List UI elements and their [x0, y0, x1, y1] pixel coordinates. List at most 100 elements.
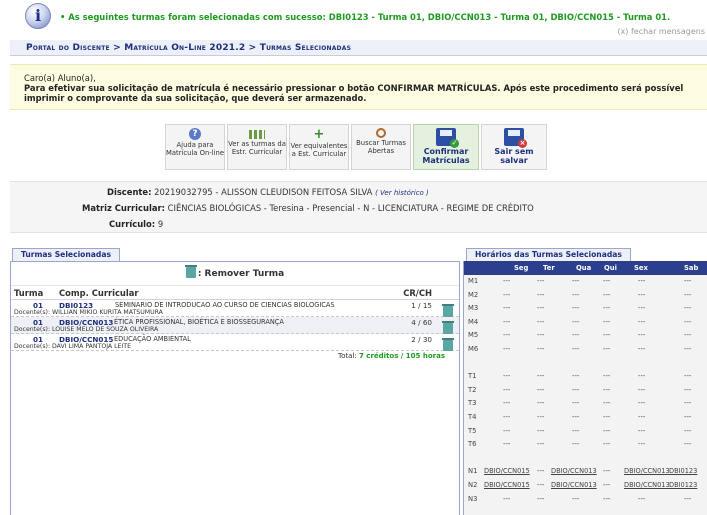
schedule-slot-label: M4: [468, 317, 479, 326]
schedule-empty-cell: ---: [537, 385, 545, 394]
schedule-empty-cell: ---: [572, 331, 580, 340]
schedule-empty-cell: ---: [572, 412, 580, 421]
schedule-slot-label: N2: [468, 480, 478, 489]
remove-class-icon[interactable]: [442, 338, 454, 351]
schedule-row: T5 --- --- --- --- --- ---: [464, 425, 707, 439]
confirm-enrollment-label: Confirmar Matrículas: [422, 147, 470, 165]
schedule-empty-cell: ---: [603, 304, 611, 313]
schedule-empty-cell: ---: [537, 494, 545, 503]
schedule-row: T1 --- --- --- --- --- ---: [464, 370, 707, 384]
schedule-empty-cell: ---: [572, 277, 580, 285]
schedule-empty-cell: ---: [503, 331, 511, 340]
schedule-empty-cell: ---: [537, 467, 545, 476]
schedule-empty-cell: ---: [603, 467, 611, 476]
tab-selected-classes[interactable]: Turmas Selecionadas: [12, 248, 121, 261]
schedule-row: T3 --- --- --- --- --- ---: [464, 397, 707, 411]
schedule-body: M1 --- --- --- --- --- --- M2 --- --- --- --- --- ---…: [464, 275, 707, 506]
schedule-row: T4 --- --- --- --- --- ---: [464, 411, 707, 425]
schedule-empty-cell: ---: [503, 344, 511, 353]
schedule-slot-label: T4: [468, 412, 477, 421]
total-credits: Total: 7 créditos / 105 horas: [338, 352, 445, 360]
schedule-empty-cell: ---: [603, 385, 611, 394]
tab-schedule[interactable]: Horários das Turmas Selecionadas: [466, 248, 631, 261]
schedule-class-cell[interactable]: DBIO/CCN015: [484, 481, 530, 489]
remove-class-icon[interactable]: [442, 321, 454, 334]
schedule-panel: Seg Ter Qua Qui Sex Sab M1 --- --- --- --- --- --- M…: [463, 261, 707, 515]
schedule-class-cell[interactable]: DBIO/CCN013: [624, 467, 670, 475]
schedule-empty-cell: ---: [603, 480, 611, 489]
schedule-empty-cell: ---: [603, 277, 611, 285]
schedule-slot-label: T5: [468, 426, 477, 435]
row-name: EDUCAÇÃO AMBIENTAL: [114, 335, 191, 343]
schedule-empty-cell: ---: [638, 385, 646, 394]
schedule-slot-label: T2: [468, 385, 477, 394]
discente-row: Discente: 20219032795 - ALISSON CLEUDISO…: [107, 187, 429, 197]
confirm-enrollment-button[interactable]: ✓ Confirmar Matrículas: [413, 124, 479, 170]
schedule-empty-cell: ---: [572, 494, 580, 503]
schedule-class-cell[interactable]: DBIO/CCN015: [484, 467, 530, 475]
schedule-empty-cell: ---: [603, 440, 611, 449]
schedule-empty-cell: ---: [684, 304, 692, 313]
plus-icon: +: [313, 127, 325, 142]
schedule-empty-cell: ---: [572, 426, 580, 435]
schedule-empty-cell: ---: [603, 412, 611, 421]
grid-icon: [249, 130, 265, 139]
schedule-empty-cell: ---: [684, 385, 692, 394]
schedule-empty-cell: ---: [638, 440, 646, 449]
table-row: 01 DBIO/CCN013 ÉTICA PROFISSIONAL, BIOÉT…: [11, 317, 459, 334]
schedule-empty-cell: ---: [503, 290, 511, 299]
schedule-slot-label: T1: [468, 372, 477, 381]
schedule-empty-cell: ---: [537, 344, 545, 353]
schedule-empty-cell: ---: [684, 317, 692, 326]
close-messages-link[interactable]: (x) fechar mensagens: [617, 27, 705, 36]
schedule-class-cell[interactable]: DBI0123: [669, 467, 697, 475]
schedule-row: T6 --- --- --- --- --- ---: [464, 438, 707, 452]
schedule-empty-cell: ---: [503, 399, 511, 408]
action-toolbar: ? Ajuda para Matrícula On-line Ver as tu…: [165, 124, 547, 170]
view-history-link[interactable]: ( Ver histórico ): [375, 189, 429, 197]
schedule-empty-cell: ---: [503, 494, 511, 503]
discente-label: Discente:: [107, 187, 152, 197]
schedule-slot-label: M3: [468, 304, 479, 313]
schedule-empty-cell: ---: [684, 412, 692, 421]
schedule-slot-label: M1: [468, 277, 479, 285]
help-button[interactable]: ? Ajuda para Matrícula On-line: [165, 124, 225, 170]
schedule-slot-label: T3: [468, 399, 477, 408]
schedule-empty-cell: ---: [638, 277, 646, 285]
schedule-class-cell[interactable]: DBIO/CCN013: [551, 481, 597, 489]
header-crch: CR/CH: [403, 288, 432, 298]
matriz-value: CIÊNCIAS BIOLÓGICAS - Teresina - Presenc…: [167, 203, 534, 213]
row-crch: 4 / 60: [411, 318, 432, 327]
search-open-classes-button[interactable]: Buscar Turmas Abertas: [351, 124, 411, 170]
exit-without-saving-button[interactable]: × Sair sem salvar: [481, 124, 547, 170]
schedule-empty-cell: ---: [503, 440, 511, 449]
schedule-empty-cell: ---: [503, 372, 511, 381]
schedule-empty-cell: ---: [537, 412, 545, 421]
schedule-empty-cell: ---: [603, 426, 611, 435]
schedule-class-cell[interactable]: DBI0123: [669, 481, 697, 489]
schedule-empty-cell: ---: [537, 480, 545, 489]
schedule-empty-cell: ---: [537, 290, 545, 299]
notice-line-1: Para efetivar sua solicitação de matrícu…: [24, 83, 684, 93]
schedule-header: Seg Ter Qua Qui Sex Sab: [464, 261, 707, 275]
view-curriculum-classes-button[interactable]: Ver as turmas da Estr. Curricular: [227, 124, 287, 170]
schedule-row: M5 --- --- --- --- --- ---: [464, 329, 707, 343]
schedule-empty-cell: ---: [572, 317, 580, 326]
breadcrumb: Portal do Discente > Matrícula On-Line 2…: [10, 40, 707, 56]
schedule-empty-cell: ---: [503, 304, 511, 313]
view-equivalents-button[interactable]: + Ver equivalentes a Est. Curricular: [289, 124, 349, 170]
schedule-empty-cell: ---: [572, 290, 580, 299]
notice-line-2: imprimir o comprovante da sua solicitaçã…: [24, 93, 367, 103]
schedule-class-cell[interactable]: DBIO/CCN013: [624, 481, 670, 489]
schedule-empty-cell: ---: [684, 331, 692, 340]
schedule-slot-label: T6: [468, 440, 477, 449]
schedule-class-cell[interactable]: DBIO/CCN013: [551, 467, 597, 475]
schedule-empty-cell: ---: [684, 440, 692, 449]
save-cancel-icon: ×: [504, 128, 527, 148]
schedule-empty-cell: ---: [638, 399, 646, 408]
remove-class-icon[interactable]: [442, 304, 454, 317]
success-message: • As seguintes turmas foram selecionadas…: [60, 12, 671, 22]
save-check-icon: ✓: [436, 128, 459, 148]
info-icon: i: [25, 3, 51, 29]
help-icon: ?: [189, 128, 201, 140]
